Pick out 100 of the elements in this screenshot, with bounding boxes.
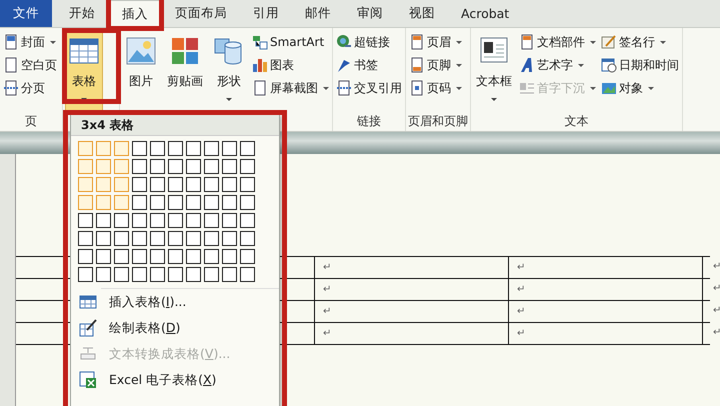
ribbon-tab[interactable]: 审阅 [344, 0, 396, 27]
grid-cell[interactable] [204, 267, 219, 282]
ribbon-button[interactable]: 签名行 [600, 31, 680, 53]
grid-cell[interactable] [96, 195, 111, 210]
ribbon-button[interactable]: 超链接 [335, 31, 403, 53]
grid-cell[interactable] [150, 249, 165, 264]
grid-cell[interactable] [96, 159, 111, 174]
menu-item[interactable]: Excel 电子表格(X) [71, 367, 279, 393]
ribbon-button[interactable]: 页眉 [408, 31, 463, 53]
grid-cell[interactable] [222, 231, 237, 246]
grid-cell[interactable] [150, 141, 165, 156]
grid-cell[interactable] [168, 195, 183, 210]
grid-cell[interactable] [222, 267, 237, 282]
ribbon-tab[interactable]: 引用 [240, 0, 292, 27]
grid-cell[interactable] [204, 249, 219, 264]
ribbon-button[interactable]: 剪贴画 [164, 31, 206, 111]
grid-cell[interactable] [240, 195, 255, 210]
grid-cell[interactable] [96, 141, 111, 156]
grid-cell[interactable] [168, 231, 183, 246]
grid-cell[interactable] [168, 159, 183, 174]
grid-cell[interactable] [168, 267, 183, 282]
grid-cell[interactable] [186, 159, 201, 174]
grid-cell[interactable] [204, 177, 219, 192]
ribbon-tab[interactable]: 邮件 [292, 0, 344, 27]
grid-cell[interactable] [78, 213, 93, 228]
ribbon-button[interactable]: 屏幕截图 [251, 77, 330, 99]
ribbon-tab[interactable]: 开始 [56, 0, 108, 27]
grid-cell[interactable] [132, 249, 147, 264]
grid-cell[interactable] [114, 159, 129, 174]
grid-cell[interactable] [78, 141, 93, 156]
grid-cell[interactable] [222, 195, 237, 210]
grid-cell[interactable] [132, 267, 147, 282]
file-tab[interactable]: 文件 [0, 0, 52, 27]
grid-cell[interactable] [240, 249, 255, 264]
grid-cell[interactable] [186, 249, 201, 264]
grid-cell[interactable] [114, 249, 129, 264]
grid-cell[interactable] [78, 195, 93, 210]
grid-cell[interactable] [168, 213, 183, 228]
grid-cell[interactable] [240, 159, 255, 174]
grid-cell[interactable] [204, 141, 219, 156]
grid-cell[interactable] [240, 141, 255, 156]
grid-cell[interactable] [78, 267, 93, 282]
grid-cell[interactable] [132, 159, 147, 174]
grid-cell[interactable] [150, 177, 165, 192]
grid-cell[interactable] [186, 177, 201, 192]
grid-cell[interactable] [240, 267, 255, 282]
grid-cell[interactable] [240, 213, 255, 228]
ribbon-button[interactable]: 分页 [2, 77, 58, 99]
grid-cell[interactable] [222, 177, 237, 192]
grid-cell[interactable] [96, 249, 111, 264]
grid-cell[interactable] [150, 195, 165, 210]
ribbon-button[interactable]: 日期和时间 [600, 54, 680, 76]
menu-item[interactable]: 插入表格(I)... [71, 289, 279, 315]
grid-cell[interactable] [222, 249, 237, 264]
ribbon-tab[interactable]: 页面布局 [162, 0, 240, 27]
grid-cell[interactable] [114, 141, 129, 156]
ribbon-button[interactable]: 艺术字 [518, 54, 597, 76]
ribbon-button[interactable]: 书签 [335, 54, 403, 76]
grid-cell[interactable] [186, 195, 201, 210]
grid-cell[interactable] [168, 177, 183, 192]
ribbon-button[interactable]: 页码 [408, 77, 463, 99]
grid-cell[interactable] [132, 177, 147, 192]
grid-cell[interactable] [222, 213, 237, 228]
ribbon-tab[interactable]: 视图 [396, 0, 448, 27]
grid-cell[interactable] [96, 231, 111, 246]
grid-cell[interactable] [186, 231, 201, 246]
grid-cell[interactable] [114, 267, 129, 282]
ribbon-button[interactable]: 对象 [600, 77, 680, 99]
grid-cell[interactable] [114, 177, 129, 192]
grid-cell[interactable] [204, 231, 219, 246]
grid-cell[interactable] [222, 141, 237, 156]
ribbon-tab[interactable]: Acrobat [448, 0, 522, 27]
ribbon-button[interactable]: 空白页 [2, 54, 58, 76]
grid-cell[interactable] [96, 267, 111, 282]
grid-cell[interactable] [186, 267, 201, 282]
ribbon-button[interactable]: 交叉引用 [335, 77, 403, 99]
ribbon-button[interactable]: 图表 [251, 54, 330, 76]
grid-cell[interactable] [96, 177, 111, 192]
ribbon-button[interactable]: 文档部件 [518, 31, 597, 53]
grid-cell[interactable] [132, 213, 147, 228]
grid-cell[interactable] [150, 267, 165, 282]
grid-cell[interactable] [168, 249, 183, 264]
grid-cell[interactable] [204, 159, 219, 174]
grid-cell[interactable] [132, 195, 147, 210]
grid-cell[interactable] [132, 141, 147, 156]
grid-cell[interactable] [186, 141, 201, 156]
grid-cell[interactable] [78, 249, 93, 264]
grid-cell[interactable] [240, 231, 255, 246]
grid-cell[interactable] [114, 213, 129, 228]
ribbon-button[interactable]: 页脚 [408, 54, 463, 76]
grid-cell[interactable] [78, 159, 93, 174]
grid-cell[interactable] [150, 213, 165, 228]
grid-cell[interactable] [240, 177, 255, 192]
grid-cell[interactable] [150, 159, 165, 174]
grid-cell[interactable] [204, 195, 219, 210]
ribbon-button[interactable]: SmartArt [251, 31, 330, 53]
grid-cell[interactable] [168, 141, 183, 156]
grid-cell[interactable] [204, 213, 219, 228]
grid-cell[interactable] [96, 213, 111, 228]
menu-item[interactable]: 绘制表格(D) [71, 315, 279, 341]
